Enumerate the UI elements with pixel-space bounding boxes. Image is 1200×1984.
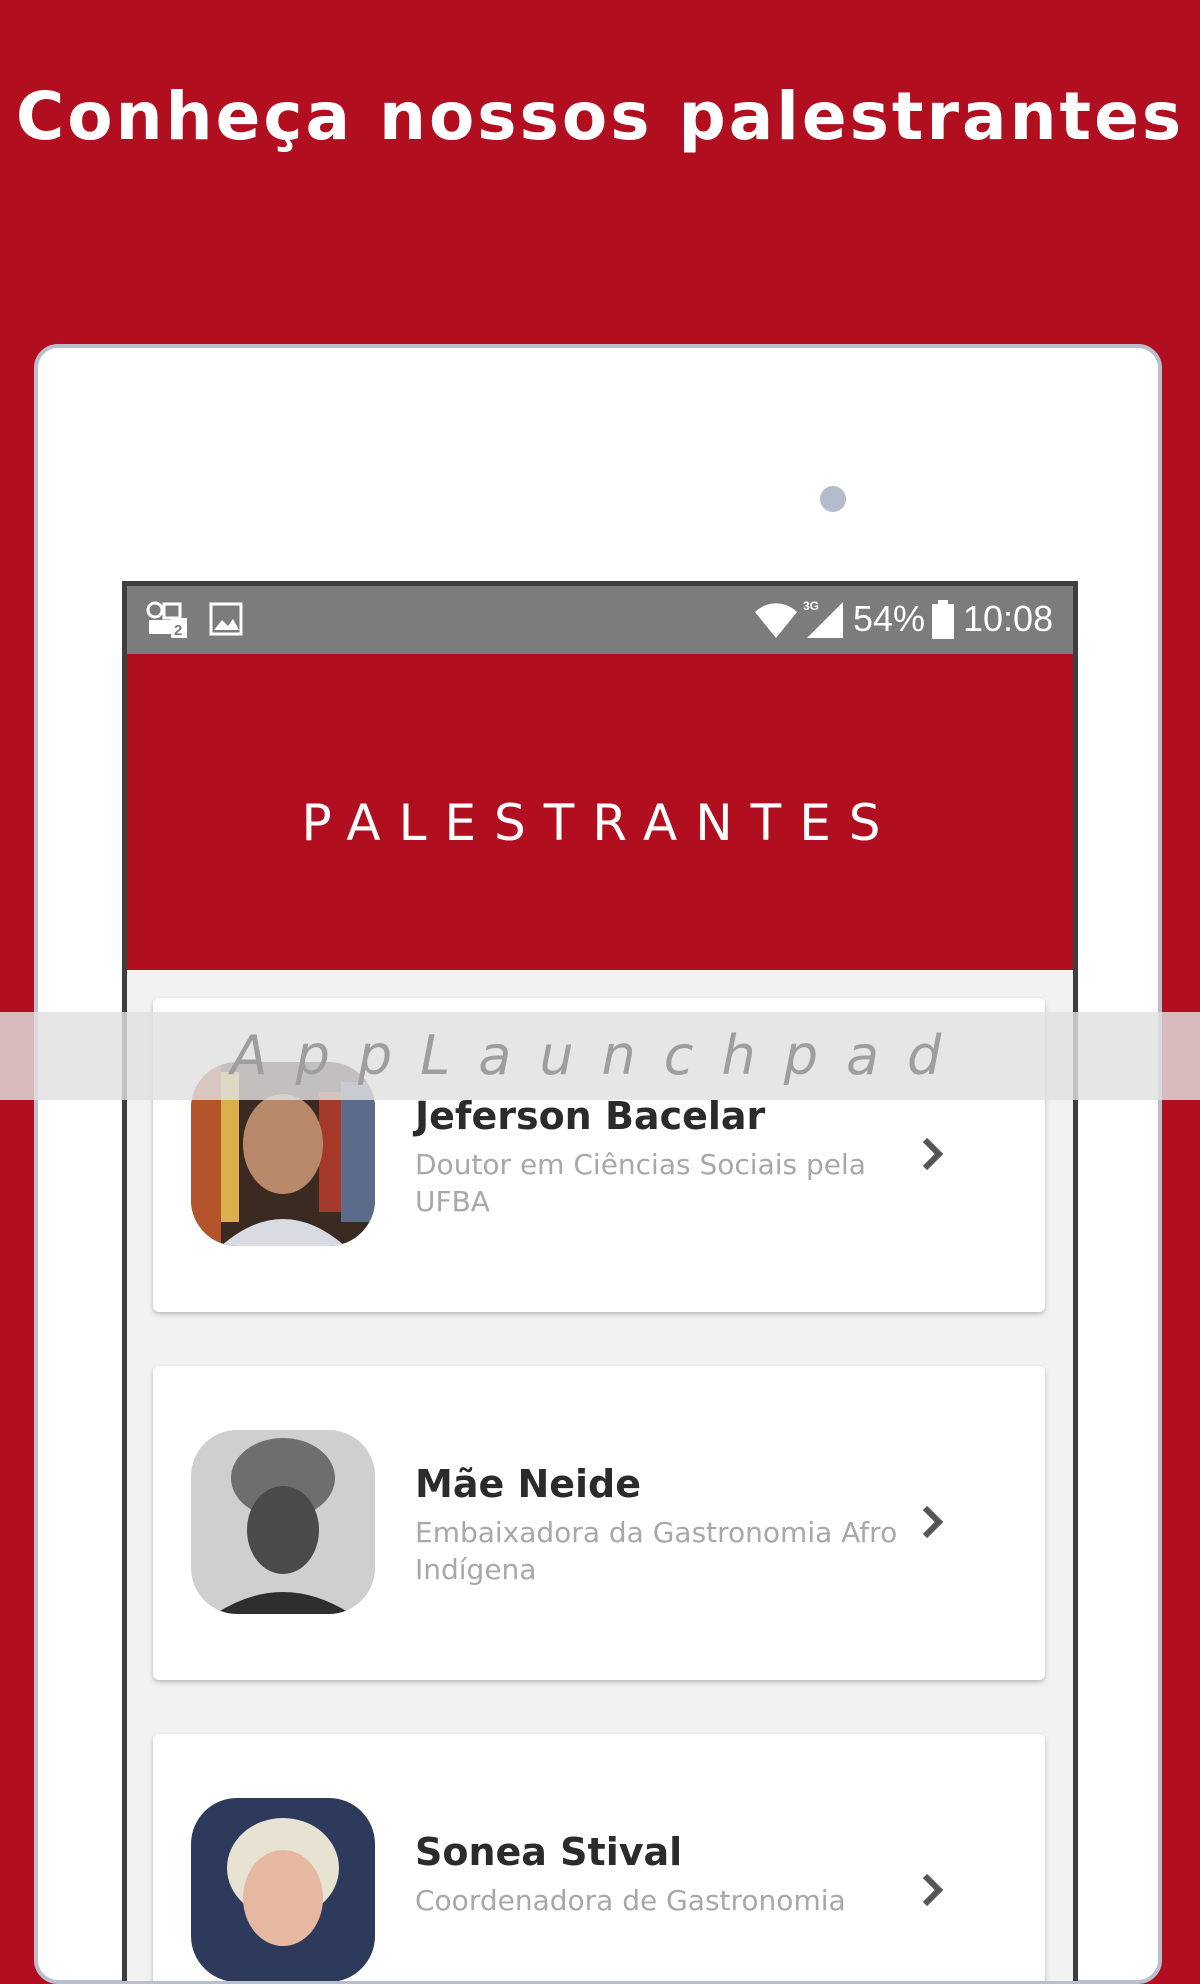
speaker-description: Coordenadora de Gastronomia — [415, 1884, 846, 1917]
chevron-right-icon — [921, 1134, 947, 1178]
app-header: PALESTRANTES — [127, 654, 1073, 970]
status-bar: 2 3G 54% 10:08 — [127, 586, 1073, 654]
signal-3g-icon: 3G — [803, 598, 847, 644]
speaker-description: Embaixadora da Gastronomia Afro Indígena — [415, 1516, 898, 1586]
promo-title: Conheça nossos palestrantes — [15, 78, 1185, 155]
speaker-photo — [191, 1798, 375, 1981]
image-icon — [209, 602, 243, 640]
wifi-icon — [753, 600, 799, 644]
speaker-name: Mãe Neide — [415, 1462, 642, 1506]
speaker-name: Sonea Stival — [415, 1830, 683, 1874]
page-title: PALESTRANTES — [301, 794, 899, 852]
chevron-right-icon — [921, 1502, 947, 1546]
battery-icon — [931, 600, 955, 644]
speaker-description: Doutor em Ciências Sociais pela UFBA — [415, 1148, 866, 1218]
svg-text:3G: 3G — [803, 599, 819, 613]
speaker-card[interactable]: Sonea Stival Coordenadora de Gastronomia — [153, 1734, 1045, 1981]
status-time: 10:08 — [963, 598, 1054, 639]
sim-card-2-icon: 2 — [145, 600, 189, 644]
speaker-photo — [191, 1430, 375, 1614]
watermark-text: AppLaunchpad — [230, 1024, 970, 1087]
svg-text:2: 2 — [174, 622, 182, 639]
speaker-name: Jeferson Bacelar — [415, 1094, 766, 1138]
watermark-band: AppLaunchpad — [0, 1012, 1200, 1100]
battery-percent: 54% — [853, 598, 926, 639]
device-screen: 2 3G 54% 10:08 PALESTRANTES Jeferson Bac… — [122, 581, 1078, 1981]
camera-dot — [820, 486, 846, 512]
chevron-right-icon — [921, 1870, 947, 1914]
speaker-card[interactable]: Mãe Neide Embaixadora da Gastronomia Afr… — [153, 1366, 1045, 1680]
